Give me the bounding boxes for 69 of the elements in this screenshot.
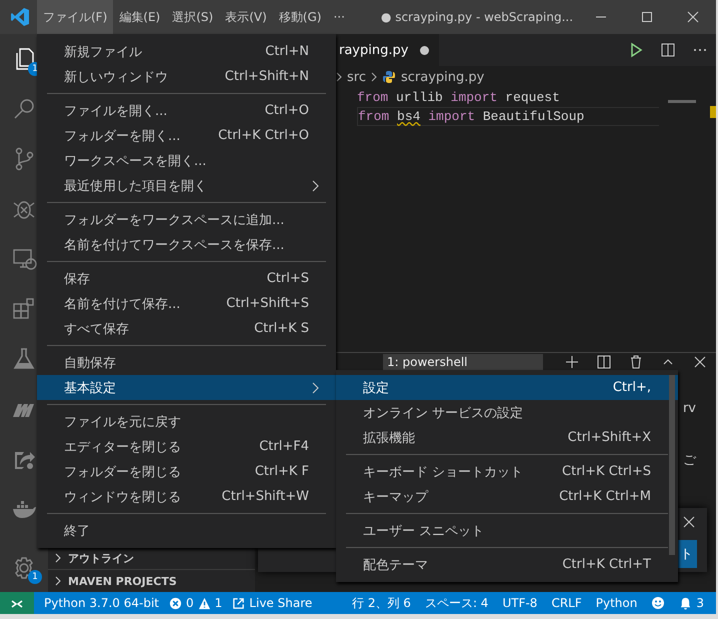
status-item[interactable]: CRLF — [551, 596, 582, 610]
status-item[interactable]: Live Share — [232, 596, 312, 610]
menu-item[interactable]: オンライン サービスの設定 — [336, 400, 678, 425]
menu-item[interactable]: ワークスペースを開く... — [37, 148, 336, 173]
menu-item[interactable]: エディターを閉じる Ctrl+F4 — [37, 434, 336, 459]
menu-item[interactable]: フォルダーを閉じる Ctrl+K F — [37, 459, 336, 484]
trash-icon[interactable] — [628, 354, 644, 370]
python-file-icon — [382, 70, 396, 84]
window-title: ● scrayping.py - webScraping... — [380, 10, 574, 24]
scrollbar-marker — [710, 106, 716, 118]
menu-item[interactable]: ウィンドウを閉じる Ctrl+Shift+W — [37, 484, 336, 509]
menu-bar-item[interactable]: 表示(V) — [219, 0, 273, 34]
menu-item[interactable]: 自動保存 — [37, 350, 336, 375]
vscode-logo-icon — [10, 7, 30, 27]
split-editor-icon[interactable] — [660, 42, 676, 58]
menu-item[interactable]: 配色テーマ Ctrl+K Ctrl+T — [336, 552, 678, 577]
status-item[interactable]: スペース: 4 — [424, 594, 488, 612]
split-icon[interactable] — [596, 354, 612, 370]
status-item[interactable]: Python — [596, 596, 638, 610]
status-item[interactable]: 0 1 — [169, 596, 222, 610]
code-line: from bs4 import BeautifulSoup — [357, 107, 659, 126]
status-item[interactable]: 行 2、列 6 — [352, 594, 411, 612]
menu-item[interactable]: フォルダーを開く... Ctrl+K Ctrl+O — [37, 123, 336, 148]
section-header[interactable]: MAVEN PROJECTS — [68, 574, 177, 588]
menu-item[interactable]: 終了 — [37, 518, 336, 543]
menu-bar-item[interactable]: ファイル(F) — [37, 0, 114, 34]
minimap — [668, 100, 696, 103]
menu-bar-item[interactable]: ··· — [327, 0, 351, 34]
menu-item[interactable]: すべて保存 Ctrl+K S — [37, 316, 336, 341]
menu-item[interactable]: 基本設定 — [37, 375, 336, 400]
menu-item[interactable]: ファイルを元に戻す — [37, 409, 336, 434]
smiley-icon[interactable] — [651, 596, 666, 610]
breadcrumb-item[interactable]: src — [347, 70, 366, 84]
maximize-icon[interactable] — [640, 11, 654, 23]
menu-item[interactable]: キーボード ショートカット Ctrl+K Ctrl+S — [336, 459, 678, 484]
add-icon[interactable] — [564, 354, 580, 370]
menu-item[interactable]: フォルダーをワークスペースに追加... — [37, 207, 336, 232]
flask-icon[interactable] — [11, 346, 37, 372]
terminal-text: rv — [682, 401, 696, 416]
warning-icon — [198, 596, 211, 610]
menu-item[interactable]: ユーザー スニペット — [336, 518, 678, 543]
menu-item[interactable]: 最近使用した項目を開く — [37, 173, 336, 198]
close-icon[interactable] — [686, 11, 700, 23]
status-item[interactable]: 3 — [679, 596, 704, 610]
menu-item[interactable]: キーマップ Ctrl+K Ctrl+M — [336, 484, 678, 509]
chevron-icon — [335, 71, 343, 83]
menu-item[interactable]: ファイルを開く... Ctrl+O — [37, 98, 336, 123]
close-icon[interactable] — [692, 354, 708, 370]
breadcrumb-item[interactable]: scrayping.py — [400, 70, 484, 84]
terminal-text: ご — [683, 452, 696, 469]
bell-icon — [679, 596, 692, 610]
menu-bar-item[interactable]: 選択(S) — [166, 0, 220, 34]
count-badge: 1 — [28, 570, 42, 584]
menu-item[interactable]: 設定 Ctrl+, — [336, 375, 678, 400]
status-item[interactable]: Python 3.7.0 64-bit — [44, 596, 160, 610]
menu-bar-item[interactable]: 移動(G) — [272, 0, 328, 34]
error-icon — [169, 596, 182, 610]
share-arrow-icon — [232, 596, 246, 610]
code-line: from urllib import request — [357, 89, 561, 107]
menu-item[interactable]: 名前を付けて保存... Ctrl+Shift+S — [37, 291, 336, 316]
chevron-icon — [370, 71, 378, 83]
menu-bar-item[interactable]: 編集(E) — [113, 0, 166, 34]
close-icon[interactable] — [681, 514, 697, 530]
menu-item[interactable]: 保存 Ctrl+S — [37, 266, 336, 291]
terminal-dropdown[interactable]: 1: powershell — [383, 354, 543, 370]
status-item[interactable]: UTF-8 — [502, 596, 538, 610]
section-header[interactable]: アウトライン — [68, 550, 134, 566]
menu-item[interactable]: 名前を付けてワークスペースを保存... — [37, 232, 336, 257]
menu-item[interactable]: 拡張機能 Ctrl+Shift+X — [336, 425, 678, 450]
